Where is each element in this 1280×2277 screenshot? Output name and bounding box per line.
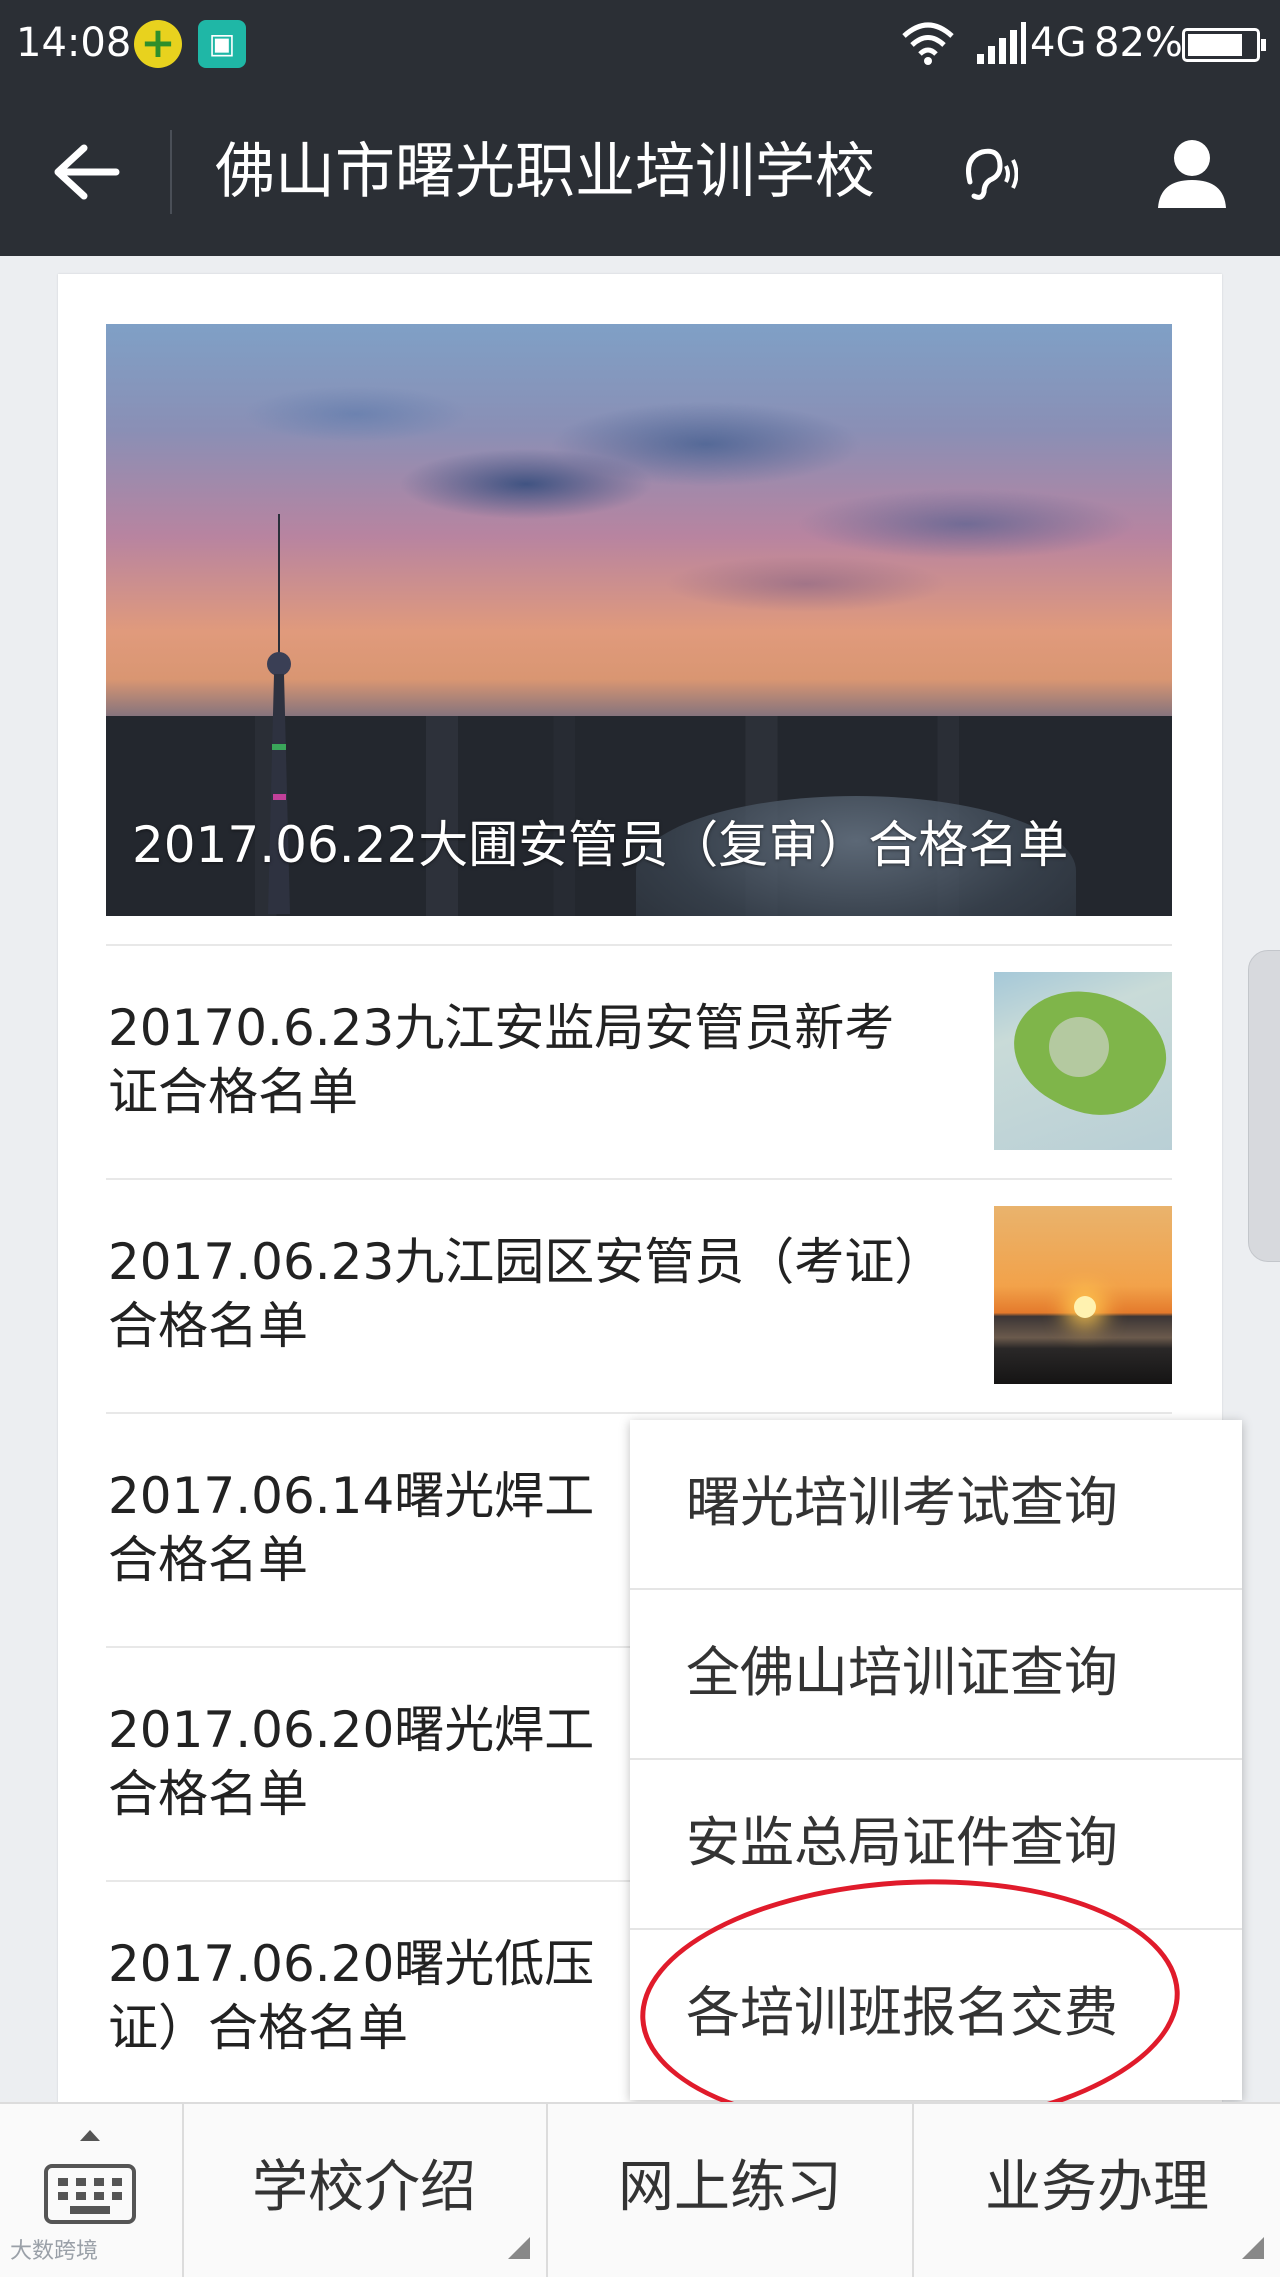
app-notification-icon: +	[134, 20, 182, 68]
page-title: 佛山市曙光职业培训学校	[215, 137, 875, 207]
keyboard-icon	[44, 2164, 136, 2224]
battery-fill	[1188, 34, 1242, 56]
article-thumbnail	[994, 1206, 1172, 1384]
user-profile-icon[interactable]	[1152, 132, 1232, 212]
article-thumbnail	[994, 972, 1172, 1150]
status-bar: 14:08 + ▣ 4G 82%	[0, 0, 1280, 86]
menu-item-foshan-cert-query[interactable]: 全佛山培训证查询	[630, 1590, 1242, 1760]
menu-item-label: 曙光培训考试查询	[686, 1471, 1118, 1534]
network-type: 4G	[1030, 20, 1087, 66]
article-title: 20170.6.23九江安监局安管员新考证合格名单	[108, 999, 895, 1121]
tab-business[interactable]: 业务办理	[914, 2104, 1280, 2277]
submenu-indicator-icon	[1242, 2237, 1264, 2259]
bottom-menu-bar: 学校介绍 网上练习 业务办理	[0, 2102, 1280, 2277]
ear-icon[interactable]	[960, 146, 1018, 202]
status-time: 14:08	[16, 20, 132, 66]
side-drawer-handle[interactable]	[1248, 950, 1280, 1262]
tab-label: 网上练习	[618, 2155, 842, 2220]
title-divider	[170, 130, 172, 214]
tab-label: 学校介绍	[252, 2155, 476, 2220]
featured-article[interactable]: 2017.06.22大圃安管员（复审）合格名单	[106, 324, 1172, 916]
signal-icon	[977, 22, 1026, 64]
tab-online-practice[interactable]: 网上练习	[548, 2104, 914, 2277]
article-title: 2017.06.23九江园区安管员（考证）合格名单	[108, 1233, 920, 1355]
back-arrow-icon[interactable]	[50, 142, 120, 202]
tab-label: 业务办理	[985, 2155, 1209, 2220]
article-item[interactable]: 20170.6.23九江安监局安管员新考证合格名单	[106, 944, 1172, 1180]
scan-notification-icon: ▣	[198, 20, 246, 68]
article-item[interactable]: 2017.06.23九江园区安管员（考证）合格名单	[106, 1178, 1172, 1414]
menu-item-label: 全佛山培训证查询	[686, 1641, 1118, 1704]
featured-caption: 2017.06.22大圃安管员（复审）合格名单	[132, 816, 1069, 874]
tab-school-intro[interactable]: 学校介绍	[182, 2104, 548, 2277]
wifi-icon	[902, 22, 954, 65]
expand-up-icon	[80, 2130, 100, 2141]
submenu-indicator-icon	[508, 2237, 530, 2259]
battery-icon	[1182, 28, 1266, 62]
title-bar: 佛山市曙光职业培训学校	[0, 86, 1280, 256]
watermark: 大数跨境	[10, 2239, 99, 2264]
menu-item-label: 安监总局证件查询	[686, 1811, 1118, 1874]
menu-item-exam-query[interactable]: 曙光培训考试查询	[630, 1420, 1242, 1590]
battery-percent: 82%	[1094, 20, 1183, 66]
